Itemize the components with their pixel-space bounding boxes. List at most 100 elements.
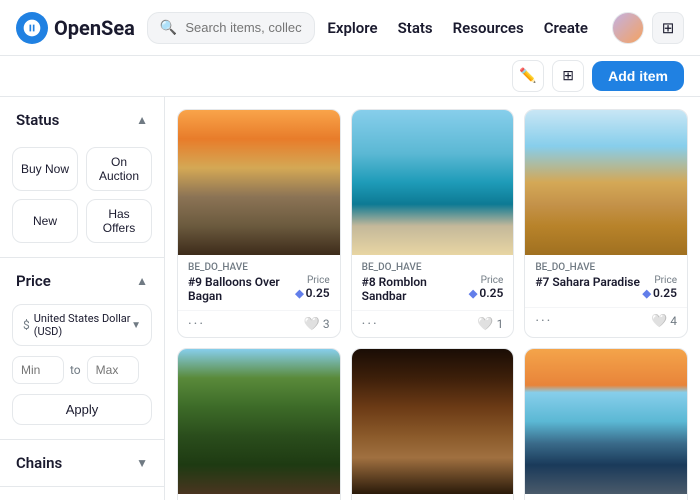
nft-price-col: Price◆ 0.25 (469, 275, 503, 300)
on-auction-button[interactable]: On Auction (86, 147, 152, 191)
toolbar: ✏️ ⊞ Add item (0, 56, 700, 97)
status-section: Status ▲ Buy Now On Auction New Has Offe… (0, 97, 164, 258)
price-label: Price (16, 272, 51, 290)
edit-icon-btn[interactable]: ✏️ (512, 60, 544, 92)
more-options-button[interactable]: ··· (362, 316, 379, 332)
has-offers-button[interactable]: Has Offers (86, 199, 152, 243)
header-actions: ⊞ (612, 12, 684, 44)
nft-price: ◆ 0.25 (469, 286, 503, 300)
nft-price: ◆ 0.25 (295, 286, 329, 300)
more-options-button[interactable]: ··· (535, 313, 552, 329)
buy-now-button[interactable]: Buy Now (12, 147, 78, 191)
nft-card[interactable]: BE_DO_HAVE#6 Jungle VillagePrice◆ 0.25··… (177, 348, 341, 500)
like-button[interactable]: 🤍1 (477, 317, 503, 332)
logo[interactable]: OpenSea (16, 12, 135, 44)
status-section-header[interactable]: Status ▲ (0, 97, 164, 143)
price-section-header[interactable]: Price ▲ (0, 258, 164, 304)
chains-chevron-icon: ▼ (136, 456, 148, 470)
nft-card[interactable]: BE_DO_HAVE #8 Romblon SandbarPrice◆ 0.25 ·… (351, 109, 515, 338)
nft-card-body: BE_DO_HAVE#4 Coastal CityPrice◆ 0.25 (525, 494, 687, 500)
nft-grid: BE_DO_HAVE#9 Balloons Over BaganPrice◆ 0… (177, 109, 688, 500)
currency-label: United States Dollar (USD) (34, 312, 131, 338)
nav-explore[interactable]: Explore (327, 19, 377, 37)
more-options-button[interactable]: ··· (188, 316, 205, 332)
chains-section-header[interactable]: Chains ▼ (0, 440, 164, 486)
nav-resources[interactable]: Resources (453, 19, 524, 37)
nft-card-footer: ··· 🤍4 (525, 307, 687, 334)
price-section: Price ▲ $ United States Dollar (USD) ▼ t… (0, 258, 164, 440)
currency-chevron-icon: ▼ (131, 320, 141, 331)
price-to-label: to (70, 363, 81, 377)
nft-collection: BE_DO_HAVE (362, 262, 504, 273)
nft-card-footer: ··· 🤍3 (178, 310, 340, 337)
nft-card-body: BE_DO_HAVE #8 Romblon SandbarPrice◆ 0.25 (352, 255, 514, 310)
nft-name: #8 Romblon Sandbar (362, 275, 469, 303)
nft-card[interactable]: BE_DO_HAVE #9 Balloons Over BaganPrice◆ 0… (177, 109, 341, 338)
nft-name: #7 Sahara Paradise (535, 275, 640, 289)
header: OpenSea 🔍 Explore Stats Resources Create… (0, 0, 700, 56)
nft-image (525, 349, 687, 494)
nft-price-label: Price (295, 275, 329, 286)
nft-collection: BE_DO_HAVE (535, 262, 677, 273)
price-min-input[interactable] (12, 356, 64, 384)
nft-price-label: Price (643, 275, 677, 286)
like-button[interactable]: 🤍3 (304, 317, 330, 332)
nft-price-label: Price (469, 275, 503, 286)
avatar[interactable] (612, 12, 644, 44)
search-input[interactable] (185, 20, 302, 35)
price-range: to (12, 356, 152, 384)
nft-info-row: #9 Balloons Over BaganPrice◆ 0.25 (188, 275, 330, 303)
eth-icon: ◆ (295, 287, 303, 300)
add-item-button[interactable]: Add item (592, 61, 684, 91)
nft-card-body: BE_DO_HAVE #9 Balloons Over BaganPrice◆ 0… (178, 255, 340, 310)
status-label: Status (16, 111, 59, 129)
on-sale-section-header[interactable]: On Sale In ▼ (0, 487, 164, 500)
eth-icon: ◆ (469, 287, 477, 300)
nft-image (352, 349, 514, 494)
on-sale-section: On Sale In ▼ (0, 487, 164, 500)
like-button[interactable]: 🤍4 (651, 314, 677, 329)
nft-price-col: Price◆ 0.25 (295, 275, 329, 300)
nft-card-body: BE_DO_HAVE #7 Sahara ParadisePrice◆ 0.25 (525, 255, 687, 307)
currency-select[interactable]: $ United States Dollar (USD) ▼ (12, 304, 152, 346)
chains-section: Chains ▼ (0, 440, 164, 487)
nft-card-footer: ··· 🤍1 (352, 310, 514, 337)
grid-view-btn[interactable]: ⊞ (552, 60, 584, 92)
nft-card[interactable]: BE_DO_HAVE#5 Ancient RuinsPrice◆ 0.25···… (351, 348, 515, 500)
nft-name: #9 Balloons Over Bagan (188, 275, 295, 303)
logo-text: OpenSea (54, 16, 135, 40)
eth-icon: ◆ (643, 287, 651, 300)
status-buttons-grid: Buy Now On Auction New Has Offers (0, 143, 164, 257)
nft-info-row: #8 Romblon SandbarPrice◆ 0.25 (362, 275, 504, 303)
nft-price-col: Price◆ 0.25 (643, 275, 677, 300)
wallet-icon[interactable]: ⊞ (652, 12, 684, 44)
sidebar: Status ▲ Buy Now On Auction New Has Offe… (0, 97, 165, 500)
heart-icon: 🤍 (651, 314, 667, 329)
status-chevron-icon: ▲ (136, 113, 148, 127)
heart-icon: 🤍 (304, 317, 320, 332)
nav: Explore Stats Resources Create (327, 19, 588, 37)
nft-card-body: BE_DO_HAVE#6 Jungle VillagePrice◆ 0.25 (178, 494, 340, 500)
price-chevron-icon: ▲ (136, 274, 148, 288)
heart-icon: 🤍 (477, 317, 493, 332)
nft-price: ◆ 0.25 (643, 286, 677, 300)
nft-info-row: #7 Sahara ParadisePrice◆ 0.25 (535, 275, 677, 300)
nav-stats[interactable]: Stats (398, 19, 433, 37)
nft-image (525, 110, 687, 255)
nft-card[interactable]: BE_DO_HAVE #7 Sahara ParadisePrice◆ 0.25 ·… (524, 109, 688, 338)
logo-icon (16, 12, 48, 44)
nft-image (178, 110, 340, 255)
nft-card[interactable]: BE_DO_HAVE#4 Coastal CityPrice◆ 0.25···🤍… (524, 348, 688, 500)
nft-image (178, 349, 340, 494)
price-max-input[interactable] (87, 356, 139, 384)
nft-card-body: BE_DO_HAVE#5 Ancient RuinsPrice◆ 0.25 (352, 494, 514, 500)
nav-create[interactable]: Create (544, 19, 588, 37)
nft-image (352, 110, 514, 255)
chains-label: Chains (16, 454, 62, 472)
nft-grid-container: BE_DO_HAVE#9 Balloons Over BaganPrice◆ 0… (165, 97, 700, 500)
dollar-sign: $ (23, 318, 30, 332)
new-button[interactable]: New (12, 199, 78, 243)
search-bar: 🔍 (147, 12, 316, 44)
nft-collection: BE_DO_HAVE (188, 262, 330, 273)
apply-button[interactable]: Apply (12, 394, 152, 425)
